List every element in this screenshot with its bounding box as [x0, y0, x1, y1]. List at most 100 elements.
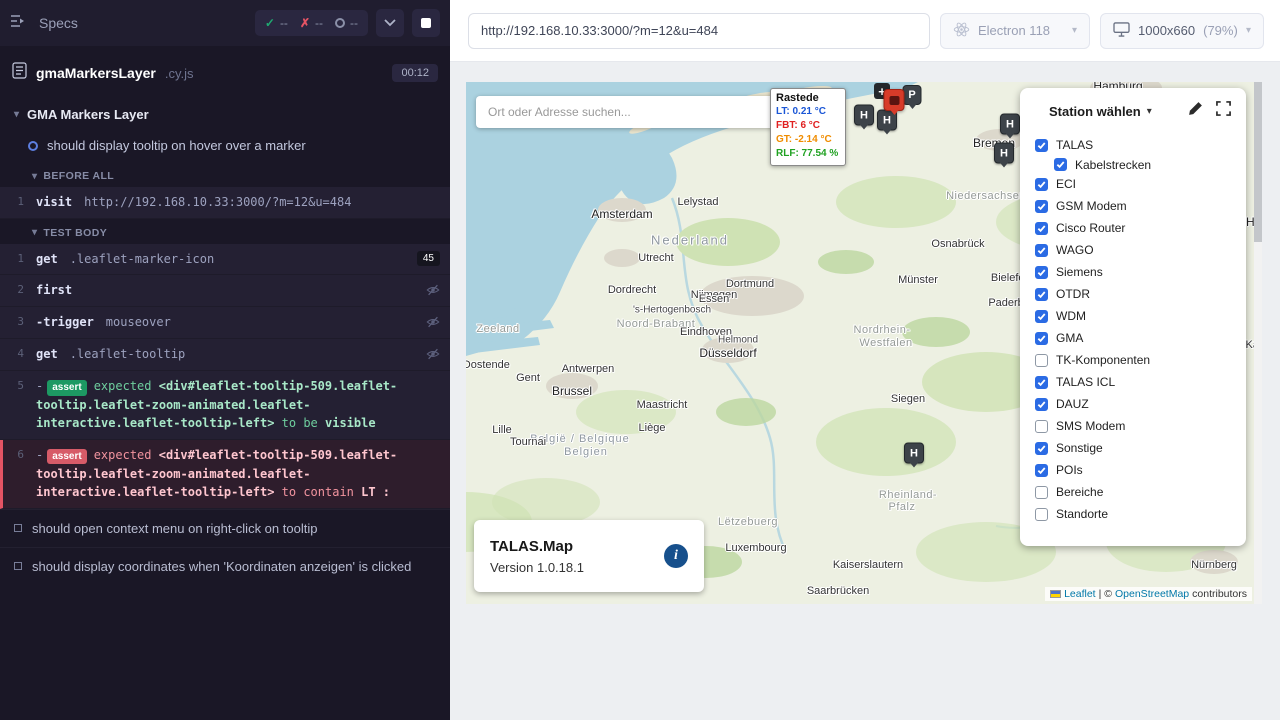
viewport-selector[interactable]: 1000x660 (79%) ▾ — [1100, 13, 1264, 49]
eye-slash-icon — [426, 315, 440, 332]
layer-checkbox-row[interactable]: OTDR — [1035, 283, 1231, 305]
checkbox[interactable] — [1035, 354, 1048, 367]
command-row[interactable]: 5-assertexpected <div#leaflet-tooltip-50… — [0, 371, 450, 440]
command-row[interactable]: 1visithttp://192.168.10.33:3000/?m=12&u=… — [0, 187, 450, 219]
checkbox[interactable] — [1054, 158, 1067, 171]
checkbox[interactable] — [1035, 310, 1048, 323]
command-row[interactable]: 3-triggermouseover — [0, 307, 450, 339]
checkbox[interactable] — [1035, 288, 1048, 301]
checkbox[interactable] — [1035, 442, 1048, 455]
checkbox[interactable] — [1035, 178, 1048, 191]
cross-icon: ✗ — [300, 16, 310, 30]
app-version: Version 1.0.18.1 — [490, 560, 584, 575]
layer-checkbox-row[interactable]: WAGO — [1035, 239, 1231, 261]
layer-checkbox-row[interactable]: GSM Modem — [1035, 195, 1231, 217]
command-row[interactable]: 6-assertexpected <div#leaflet-tooltip-50… — [0, 440, 450, 509]
layer-label: Standorte — [1056, 507, 1108, 521]
map-marker-p[interactable]: P — [903, 85, 922, 105]
map-marker-h[interactable]: H — [1000, 114, 1020, 135]
layer-checkbox-row[interactable]: TK-Komponenten — [1035, 349, 1231, 371]
layer-checkbox-row[interactable]: TALAS — [1035, 134, 1231, 156]
map-label: Amsterdam — [591, 207, 652, 221]
layer-checkbox-row[interactable]: Kabelstrecken — [1035, 156, 1231, 173]
collapse-all-button[interactable] — [376, 9, 404, 37]
layer-checkbox-row[interactable]: POIs — [1035, 459, 1231, 481]
map-scrollbar[interactable] — [1254, 82, 1262, 604]
layer-checkbox-row[interactable]: SMS Modem — [1035, 415, 1231, 437]
map-marker-h[interactable]: H — [904, 443, 924, 464]
layer-checkbox-row[interactable]: Bereiche — [1035, 481, 1231, 503]
suite-row[interactable]: ▾ GMA Markers Layer — [0, 98, 450, 131]
checkbox[interactable] — [1035, 222, 1048, 235]
map-label: Tournai — [510, 436, 546, 448]
layer-label: OTDR — [1056, 287, 1090, 301]
eye-slash-icon — [426, 347, 440, 364]
layer-checkbox-row[interactable]: Cisco Router — [1035, 217, 1231, 239]
checkbox[interactable] — [1035, 508, 1048, 521]
map-label: Lelystad — [678, 196, 719, 208]
checkbox[interactable] — [1035, 420, 1048, 433]
command-number: 2 — [0, 281, 36, 296]
map-marker-h[interactable]: H — [854, 105, 874, 126]
edit-pencil-icon[interactable] — [1188, 101, 1203, 121]
command-detail: mouseover — [106, 315, 171, 329]
map-search-input[interactable] — [476, 96, 776, 128]
command-number: 1 — [0, 193, 36, 208]
checkbox[interactable] — [1035, 332, 1048, 345]
pending-test-row[interactable]: should display coordinates when 'Koordin… — [0, 547, 450, 585]
layer-checkbox-row[interactable]: GMA — [1035, 327, 1231, 349]
marker-tooltip[interactable]: Rastede LT: 0.21 °CFBT: 6 °CGT: -2.14 °C… — [770, 88, 846, 166]
map-marker-h[interactable]: H — [994, 143, 1014, 164]
layer-label: Kabelstrecken — [1075, 158, 1151, 172]
map-label: Gent — [516, 372, 540, 384]
pending-test-row[interactable]: should open context menu on right-click … — [0, 509, 450, 547]
caret-down-icon: ▾ — [14, 109, 19, 120]
stat-passed: ✓-- — [265, 16, 288, 30]
checkbox[interactable] — [1035, 244, 1048, 257]
command-row[interactable]: 4get.leaflet-tooltip — [0, 339, 450, 371]
layer-checkbox-row[interactable]: DAUZ — [1035, 393, 1231, 415]
leaflet-map[interactable]: HamburgBremenNiedersachsenHannoverGronin… — [466, 82, 1262, 604]
station-select-label[interactable]: Station wählen — [1049, 104, 1141, 119]
info-icon[interactable]: i — [664, 544, 688, 568]
map-label: Maastricht — [637, 399, 688, 411]
browser-selector[interactable]: Electron 118 ▾ — [940, 13, 1090, 49]
osm-link[interactable]: OpenStreetMap — [1115, 588, 1189, 600]
checkbox[interactable] — [1035, 398, 1048, 411]
layer-checkbox-row[interactable]: Siemens — [1035, 261, 1231, 283]
specs-label[interactable]: Specs — [39, 15, 78, 31]
command-number: 1 — [0, 250, 36, 265]
map-label: Kaiserslautern — [833, 559, 903, 571]
leaflet-link[interactable]: Leaflet — [1064, 588, 1096, 600]
scrollbar-thumb[interactable] — [1254, 82, 1262, 242]
expand-icon[interactable] — [1216, 101, 1231, 121]
checkbox[interactable] — [1035, 266, 1048, 279]
checkbox[interactable] — [1035, 200, 1048, 213]
stop-button[interactable] — [412, 9, 440, 37]
map-label: Oostende — [466, 359, 510, 371]
command-row[interactable]: 2first — [0, 275, 450, 307]
layer-checkbox-row[interactable]: ECI — [1035, 173, 1231, 195]
specs-list-icon[interactable] — [10, 14, 27, 33]
layer-checkbox-row[interactable]: TALAS ICL — [1035, 371, 1231, 393]
command-content: -assertexpected <div#leaflet-tooltip-509… — [36, 446, 440, 502]
layer-checkbox-row[interactable]: WDM — [1035, 305, 1231, 327]
spec-file-row[interactable]: gmaMarkersLayer.cy.js 00:12 — [0, 46, 450, 94]
pending-icon — [335, 18, 345, 28]
checkbox[interactable] — [1035, 139, 1048, 152]
layer-checkbox-row[interactable]: Sonstige — [1035, 437, 1231, 459]
test-body-header[interactable]: ▾ TEST BODY — [0, 219, 450, 244]
layer-checkbox-row[interactable]: Standorte — [1035, 503, 1231, 525]
layer-label: ECI — [1056, 177, 1076, 191]
test-stats: ✓-- ✗-- -- — [255, 10, 368, 36]
map-marker-red[interactable] — [884, 89, 905, 111]
chevron-down-icon[interactable]: ▾ — [1147, 106, 1152, 117]
command-row[interactable]: 1get.leaflet-marker-icon45 — [0, 244, 450, 276]
command-name: get — [36, 347, 58, 361]
checkbox[interactable] — [1035, 464, 1048, 477]
checkbox[interactable] — [1035, 376, 1048, 389]
active-test-row[interactable]: should display tooltip on hover over a m… — [0, 131, 450, 162]
before-all-header[interactable]: ▾ BEFORE ALL — [0, 162, 450, 187]
url-input[interactable] — [468, 13, 930, 49]
checkbox[interactable] — [1035, 486, 1048, 499]
